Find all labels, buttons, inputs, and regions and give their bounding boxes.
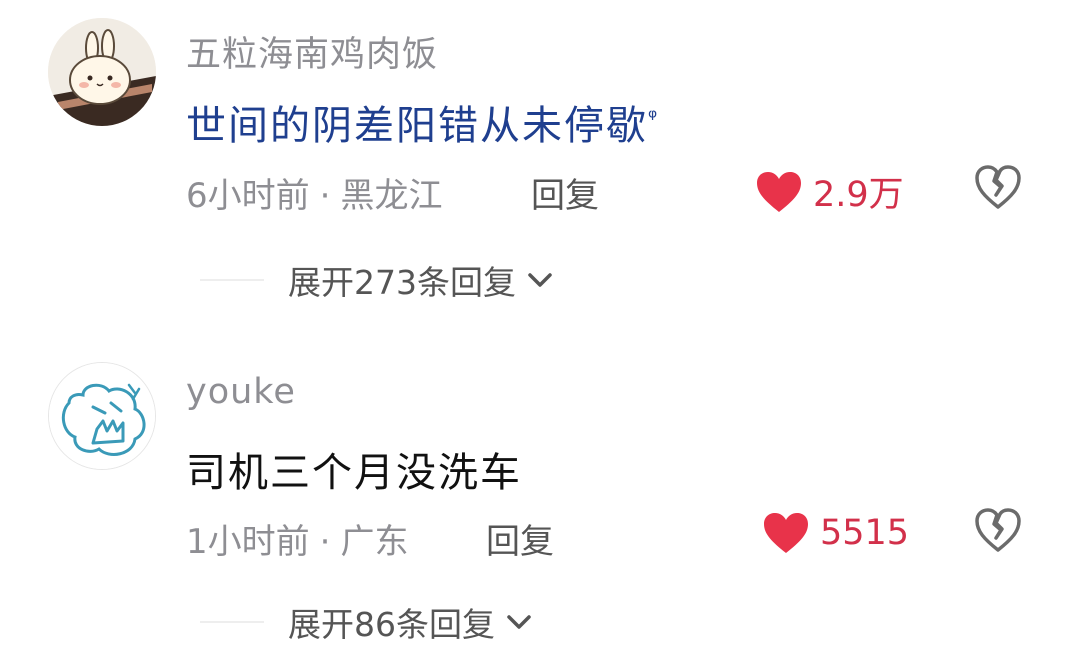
- comment-meta: 6小时前 · 黑龙江 回复: [186, 168, 599, 217]
- username[interactable]: youke: [186, 372, 296, 412]
- reply-button[interactable]: 回复: [531, 168, 599, 217]
- dislike-button[interactable]: [974, 164, 1022, 210]
- like-count: 5515: [820, 513, 910, 553]
- heart-icon: [757, 171, 801, 212]
- divider-line: [200, 621, 264, 623]
- expand-replies[interactable]: 展开86条回复: [200, 598, 533, 646]
- expand-replies-label: 展开273条回复: [288, 263, 516, 302]
- chevron-down-icon: [507, 615, 531, 629]
- meta-separator: ·: [319, 522, 331, 562]
- comment-text: 司机三个月没洗车: [186, 450, 522, 496]
- comment-text-content: 世间的阴差阳错从未停歇: [186, 103, 648, 149]
- bunny-avatar-icon[interactable]: [48, 18, 156, 126]
- chevron-down-icon: [528, 273, 552, 287]
- broken-heart-icon: [975, 165, 1021, 209]
- doodle-avatar-icon[interactable]: [48, 362, 156, 470]
- dislike-button[interactable]: [974, 507, 1022, 553]
- expand-replies-label: 展开86条回复: [288, 605, 495, 644]
- meta-separator: ·: [319, 176, 331, 216]
- expand-replies[interactable]: 展开273条回复: [200, 256, 554, 304]
- comment-meta: 1小时前 · 广东 回复: [186, 514, 554, 563]
- comment-location: 黑龙江: [340, 176, 443, 216]
- comment-time: 6小时前: [186, 176, 310, 216]
- heart-icon: [764, 513, 808, 553]
- reply-button[interactable]: 回复: [486, 514, 554, 563]
- like-button[interactable]: 5515: [762, 511, 909, 555]
- comment-text: 世间的阴差阳错从未停歇ᵠ: [186, 93, 659, 151]
- comment-location: 广东: [340, 522, 409, 562]
- like-button[interactable]: 2.9万: [755, 166, 904, 217]
- divider-line: [200, 279, 264, 281]
- broken-heart-icon: [975, 508, 1021, 552]
- search-icon[interactable]: ᵠ: [648, 106, 659, 131]
- username[interactable]: 五粒海南鸡肉饭: [186, 26, 438, 77]
- comment-time: 1小时前: [186, 522, 310, 562]
- comment-item: youke 司机三个月没洗车 1小时前 · 广东 回复 5515 展开86条回复: [0, 345, 1080, 658]
- comment-item: 五粒海南鸡肉饭 世间的阴差阳错从未停歇ᵠ 6小时前 · 黑龙江 回复 2.9万 展开…: [0, 0, 1080, 330]
- like-count: 2.9万: [813, 175, 904, 215]
